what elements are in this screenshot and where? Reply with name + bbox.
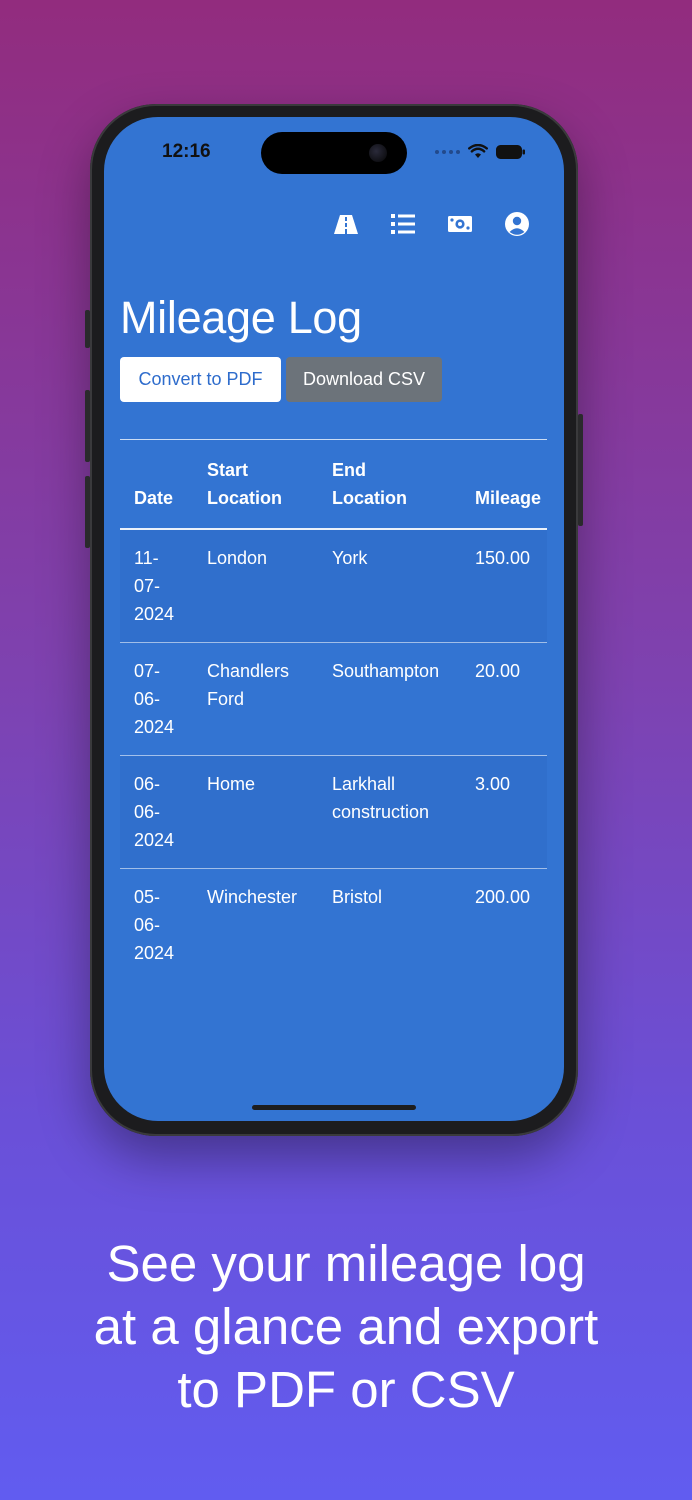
cell-start-location: Home xyxy=(193,755,318,869)
table-row: 06- 06- 2024 Home Larkhall construction 3.0… xyxy=(120,755,547,869)
signal-dots-icon xyxy=(435,149,460,154)
table-row: 07- 06- 2024 Chandlers Ford Southampton 20.… xyxy=(120,642,547,756)
cell-mileage: 150.00 xyxy=(461,529,547,643)
marketing-caption: See your mileage log at a glance and exp… xyxy=(0,1232,692,1421)
table-row: 05- 06- 2024 Winchester Bristol 200.00 xyxy=(120,869,547,982)
home-indicator[interactable] xyxy=(252,1105,416,1110)
cell-start-location: Chandlers Ford xyxy=(193,642,318,756)
header-date: Date xyxy=(120,439,193,530)
caption-line: to PDF or CSV xyxy=(177,1361,515,1418)
cell-mileage: 20.00 xyxy=(461,642,547,756)
cell-start-location: London xyxy=(193,529,318,643)
user-circle-icon[interactable] xyxy=(504,211,530,237)
cell-end-location: York xyxy=(318,529,461,643)
cell-end-location: Bristol xyxy=(332,887,383,907)
power-button xyxy=(578,414,583,526)
status-time: 12:16 xyxy=(162,141,211,162)
table-header-row: Date Start Location End Location Mileage xyxy=(120,439,547,530)
cell-mileage: 200.00 xyxy=(475,887,531,907)
header-start-location: Start Location xyxy=(193,439,318,530)
header-mileage: Mileage xyxy=(461,439,547,530)
app-screen: 12:16 Mileage Log Convert to PDF Downloa… xyxy=(104,117,564,1121)
list-icon[interactable] xyxy=(390,211,416,237)
cell-mileage: 3.00 xyxy=(461,755,547,869)
caption-line: See your mileage log xyxy=(106,1235,586,1292)
wifi-icon xyxy=(468,144,488,158)
money-icon[interactable] xyxy=(447,211,473,237)
caption-line: at a glance and export xyxy=(93,1298,599,1355)
cell-date: 11- 07- 2024 xyxy=(120,529,193,643)
header-end-location: End Location xyxy=(318,439,461,530)
status-icons xyxy=(435,144,526,159)
road-icon[interactable] xyxy=(333,211,359,237)
table-row: 11- 07- 2024 London York 150.00 xyxy=(120,529,547,643)
dynamic-island xyxy=(261,132,407,174)
download-csv-button[interactable]: Download CSV xyxy=(286,357,442,402)
battery-icon xyxy=(496,144,525,159)
cell-end-location: Larkhall construction xyxy=(318,755,461,869)
action-button xyxy=(85,310,90,348)
camera-icon xyxy=(369,144,387,162)
cell-date: 06- 06- 2024 xyxy=(120,755,193,869)
cell-date: 05- 06- 2024 xyxy=(134,887,175,963)
volume-up-button xyxy=(85,390,90,462)
convert-to-pdf-button[interactable]: Convert to PDF xyxy=(120,357,281,402)
volume-down-button xyxy=(85,476,90,548)
top-nav xyxy=(333,211,530,237)
cell-date: 07- 06- 2024 xyxy=(120,642,193,756)
cell-start-location: Winchester xyxy=(207,887,298,907)
mileage-table: Date Start Location End Location Mileage 1… xyxy=(120,439,547,981)
page-title: Mileage Log xyxy=(120,292,362,343)
cell-end-location: Southampton xyxy=(318,642,461,756)
